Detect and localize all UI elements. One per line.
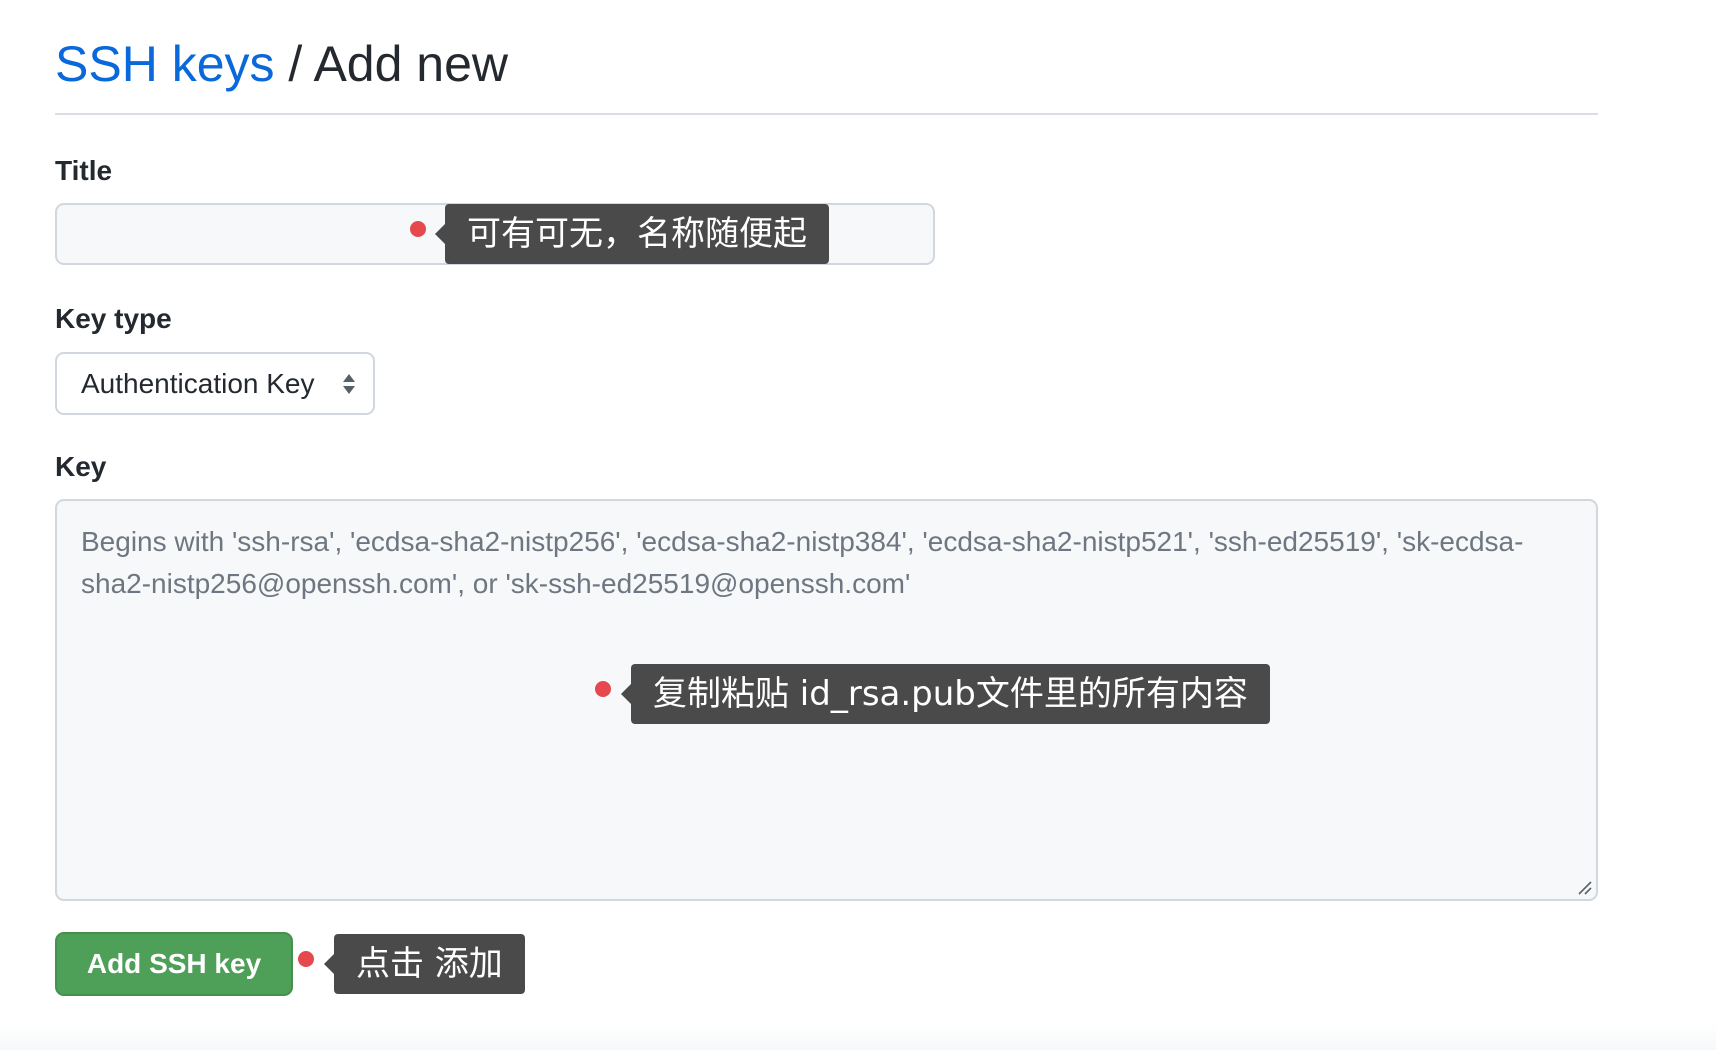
annotation-bubble: 可有可无，名称随便起 [435, 204, 829, 264]
breadcrumb-separator: / [274, 36, 314, 92]
page-title: SSH keys / Add new [55, 34, 508, 94]
button-annotation: 点击 添加 [298, 934, 538, 994]
key-type-select[interactable]: Authentication Key [55, 352, 375, 415]
annotation-bubble: 点击 添加 [324, 934, 525, 994]
key-label: Key [55, 451, 107, 482]
title-label: Title [55, 155, 113, 186]
annotation-dot [298, 951, 314, 967]
header-divider [55, 113, 1598, 115]
key-type-selected-value: Authentication Key [81, 367, 315, 399]
key-type-label: Key type [55, 303, 172, 334]
add-ssh-key-button[interactable]: Add SSH key [55, 932, 293, 996]
select-arrows-icon [343, 373, 355, 394]
title-annotation: 可有可无，名称随便起 [410, 204, 870, 264]
key-annotation: 复制粘贴 id_rsa.pub文件里的所有内容 [595, 664, 1305, 724]
breadcrumb-ssh-keys-link[interactable]: SSH keys [55, 36, 275, 92]
annotation-dot [595, 681, 611, 697]
bottom-shade [0, 1024, 1716, 1050]
annotation-bubble: 复制粘贴 id_rsa.pub文件里的所有内容 [621, 664, 1270, 724]
annotation-dot [410, 221, 426, 237]
page: SSH keys / Add new Title 可有可无，名称随便起 Key … [0, 0, 1716, 1050]
breadcrumb-current: Add new [313, 36, 509, 92]
resize-handle-icon[interactable] [1576, 879, 1592, 895]
